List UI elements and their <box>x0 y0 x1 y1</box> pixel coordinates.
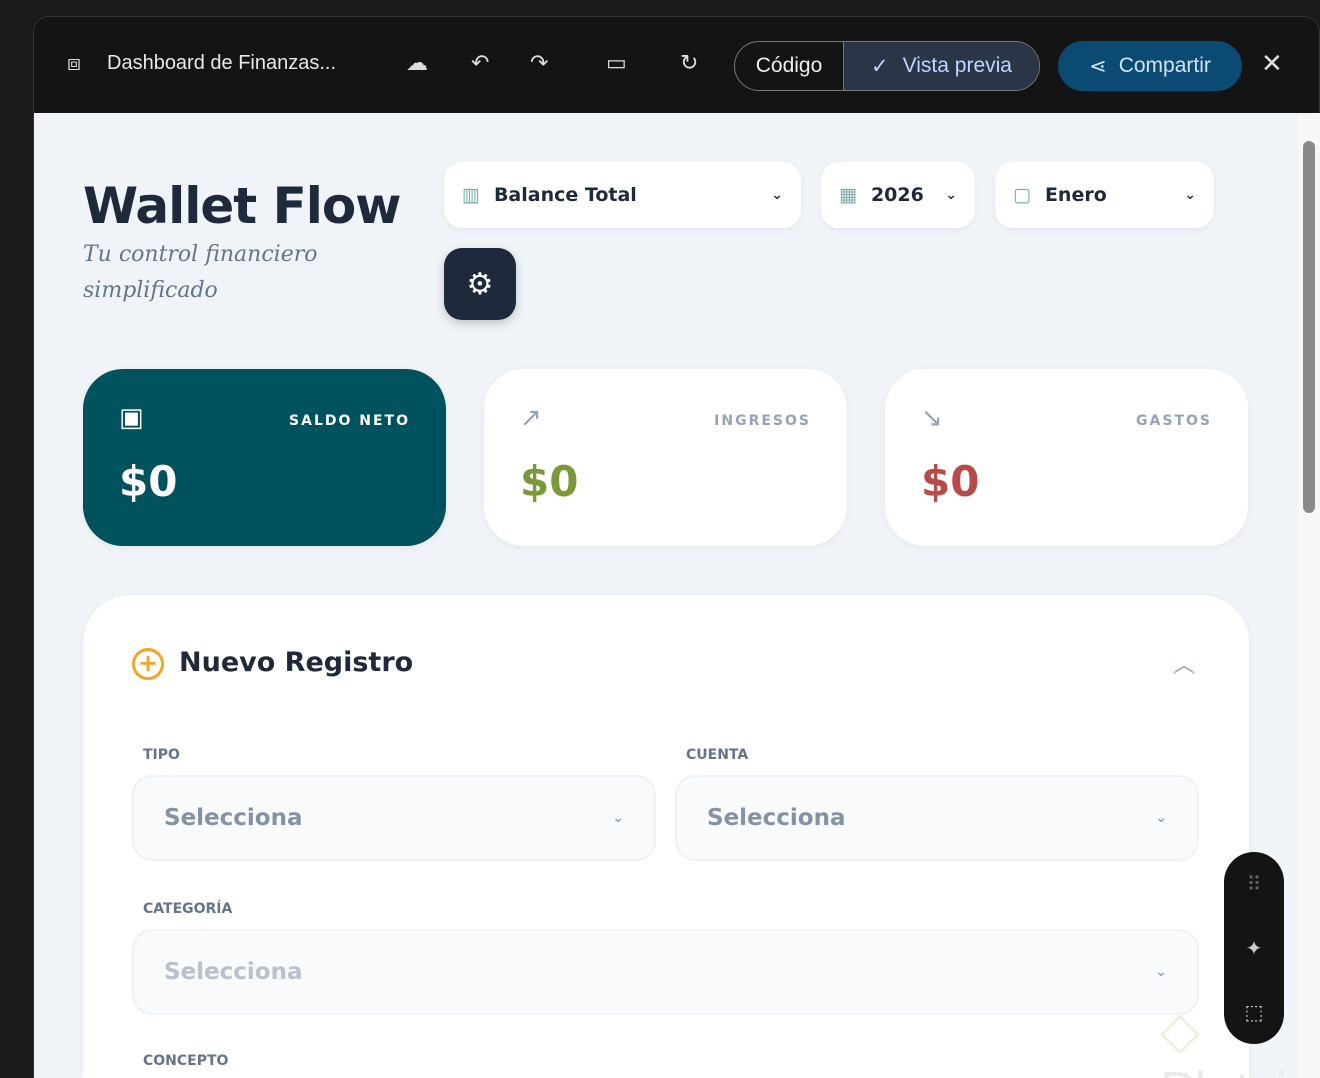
chevron-down-icon: ⌄ <box>771 187 783 203</box>
card-label: SALDO NETO <box>289 413 410 429</box>
category-label: CATEGORÍA <box>143 901 233 917</box>
close-icon[interactable]: ✕ <box>1261 49 1283 79</box>
chevron-down-icon: ⌄ <box>612 810 624 826</box>
preview-content: Wallet Flow Tu control financiero simpli… <box>34 113 1298 1078</box>
account-label: CUENTA <box>686 747 749 763</box>
card-label: GASTOS <box>1136 413 1212 429</box>
cloud-saved-icon[interactable]: ☁ <box>406 51 428 76</box>
watermark-text: Platzi <box>1160 1062 1287 1078</box>
share-button[interactable]: ⋖ Compartir <box>1058 41 1242 91</box>
expense-card: ↘ GASTOS $0 <box>885 369 1248 546</box>
category-value: Selecciona <box>164 959 303 985</box>
settings-button[interactable]: ⚙ <box>444 248 516 320</box>
trending-down-icon: ↘ <box>921 403 943 433</box>
account-select[interactable]: Selecciona ⌄ <box>675 775 1199 861</box>
card-value: $0 <box>119 457 178 506</box>
check-icon: ✓ <box>871 54 889 78</box>
card-value: $0 <box>921 457 980 506</box>
chevron-down-icon: ⌄ <box>945 187 957 203</box>
card-label: INGRESOS <box>714 413 811 429</box>
calendar-icon: ▦ <box>839 184 857 206</box>
category-select[interactable]: Selecciona ⌄ <box>132 929 1199 1015</box>
select-element-icon[interactable]: ⬚ <box>1245 1000 1264 1024</box>
income-card: ↗ INGRESOS $0 <box>484 369 847 546</box>
plus-circle-icon: + <box>132 648 164 680</box>
chevron-up-icon[interactable]: ︿ <box>1173 647 1195 679</box>
top-bar: ⧈ Dashboard de Finanzas... ☁ ↶ ↷ ▭ ↻ Cód… <box>34 17 1319 114</box>
view-select[interactable]: ▥ Balance Total ⌄ <box>444 162 801 228</box>
month-value: Enero <box>1044 184 1107 206</box>
gear-icon: ⚙ <box>466 266 494 302</box>
month-select[interactable]: ▢ Enero ⌄ <box>995 162 1214 228</box>
code-file-icon: ⧈ <box>67 51 81 76</box>
floating-toolbar: ⠿ ✦ ⬚ <box>1224 852 1284 1044</box>
account-value: Selecciona <box>707 805 846 831</box>
calendar-icon: ▢ <box>1013 184 1031 206</box>
new-record-panel: + Nuevo Registro ︿ TIPO Selecciona ⌄ CUEN… <box>83 595 1249 1078</box>
year-value: 2026 <box>870 184 924 206</box>
sparkle-icon[interactable]: ✦ <box>1246 936 1263 960</box>
panel-title: Nuevo Registro <box>179 647 414 678</box>
view-value: Balance Total <box>493 184 637 206</box>
preview-label: Vista previa <box>902 54 1012 77</box>
trending-up-icon: ↗ <box>520 403 542 433</box>
type-select[interactable]: Selecciona ⌄ <box>132 775 656 861</box>
concept-label: CONCEPTO <box>143 1053 229 1069</box>
chevron-down-icon: ⌄ <box>1155 964 1167 980</box>
refresh-icon[interactable]: ↻ <box>680 51 698 76</box>
platzi-logo-icon: ◇ <box>1160 1002 1200 1060</box>
scrollbar-thumb[interactable] <box>1303 141 1315 513</box>
bar-chart-icon: ▥ <box>462 184 480 206</box>
wallet-icon: ▣ <box>119 403 144 433</box>
share-label: Compartir <box>1118 54 1211 77</box>
drag-handle-icon[interactable]: ⠿ <box>1247 872 1262 896</box>
code-tab[interactable]: Código <box>735 42 843 90</box>
chevron-down-icon: ⌄ <box>1184 187 1196 203</box>
terminal-icon[interactable]: ▭ <box>606 51 627 76</box>
type-label: TIPO <box>143 747 180 763</box>
view-toggle: Código ✓ Vista previa <box>734 41 1040 91</box>
document-title: Dashboard de Finanzas... <box>107 52 337 74</box>
chevron-down-icon: ⌄ <box>1155 810 1167 826</box>
undo-icon[interactable]: ↶ <box>471 51 489 76</box>
brand-title: Wallet Flow <box>83 177 401 235</box>
brand-subtitle: Tu control financiero simplificado <box>83 242 318 303</box>
year-select[interactable]: ▦ 2026 ⌄ <box>821 162 975 228</box>
card-value: $0 <box>520 457 579 506</box>
preview-tab[interactable]: ✓ Vista previa <box>843 42 1039 90</box>
scrollbar[interactable] <box>1298 113 1320 1078</box>
share-icon: ⋖ <box>1089 54 1107 78</box>
type-value: Selecciona <box>164 805 303 831</box>
net-balance-card: ▣ SALDO NETO $0 <box>83 369 446 546</box>
redo-icon[interactable]: ↷ <box>530 51 548 76</box>
